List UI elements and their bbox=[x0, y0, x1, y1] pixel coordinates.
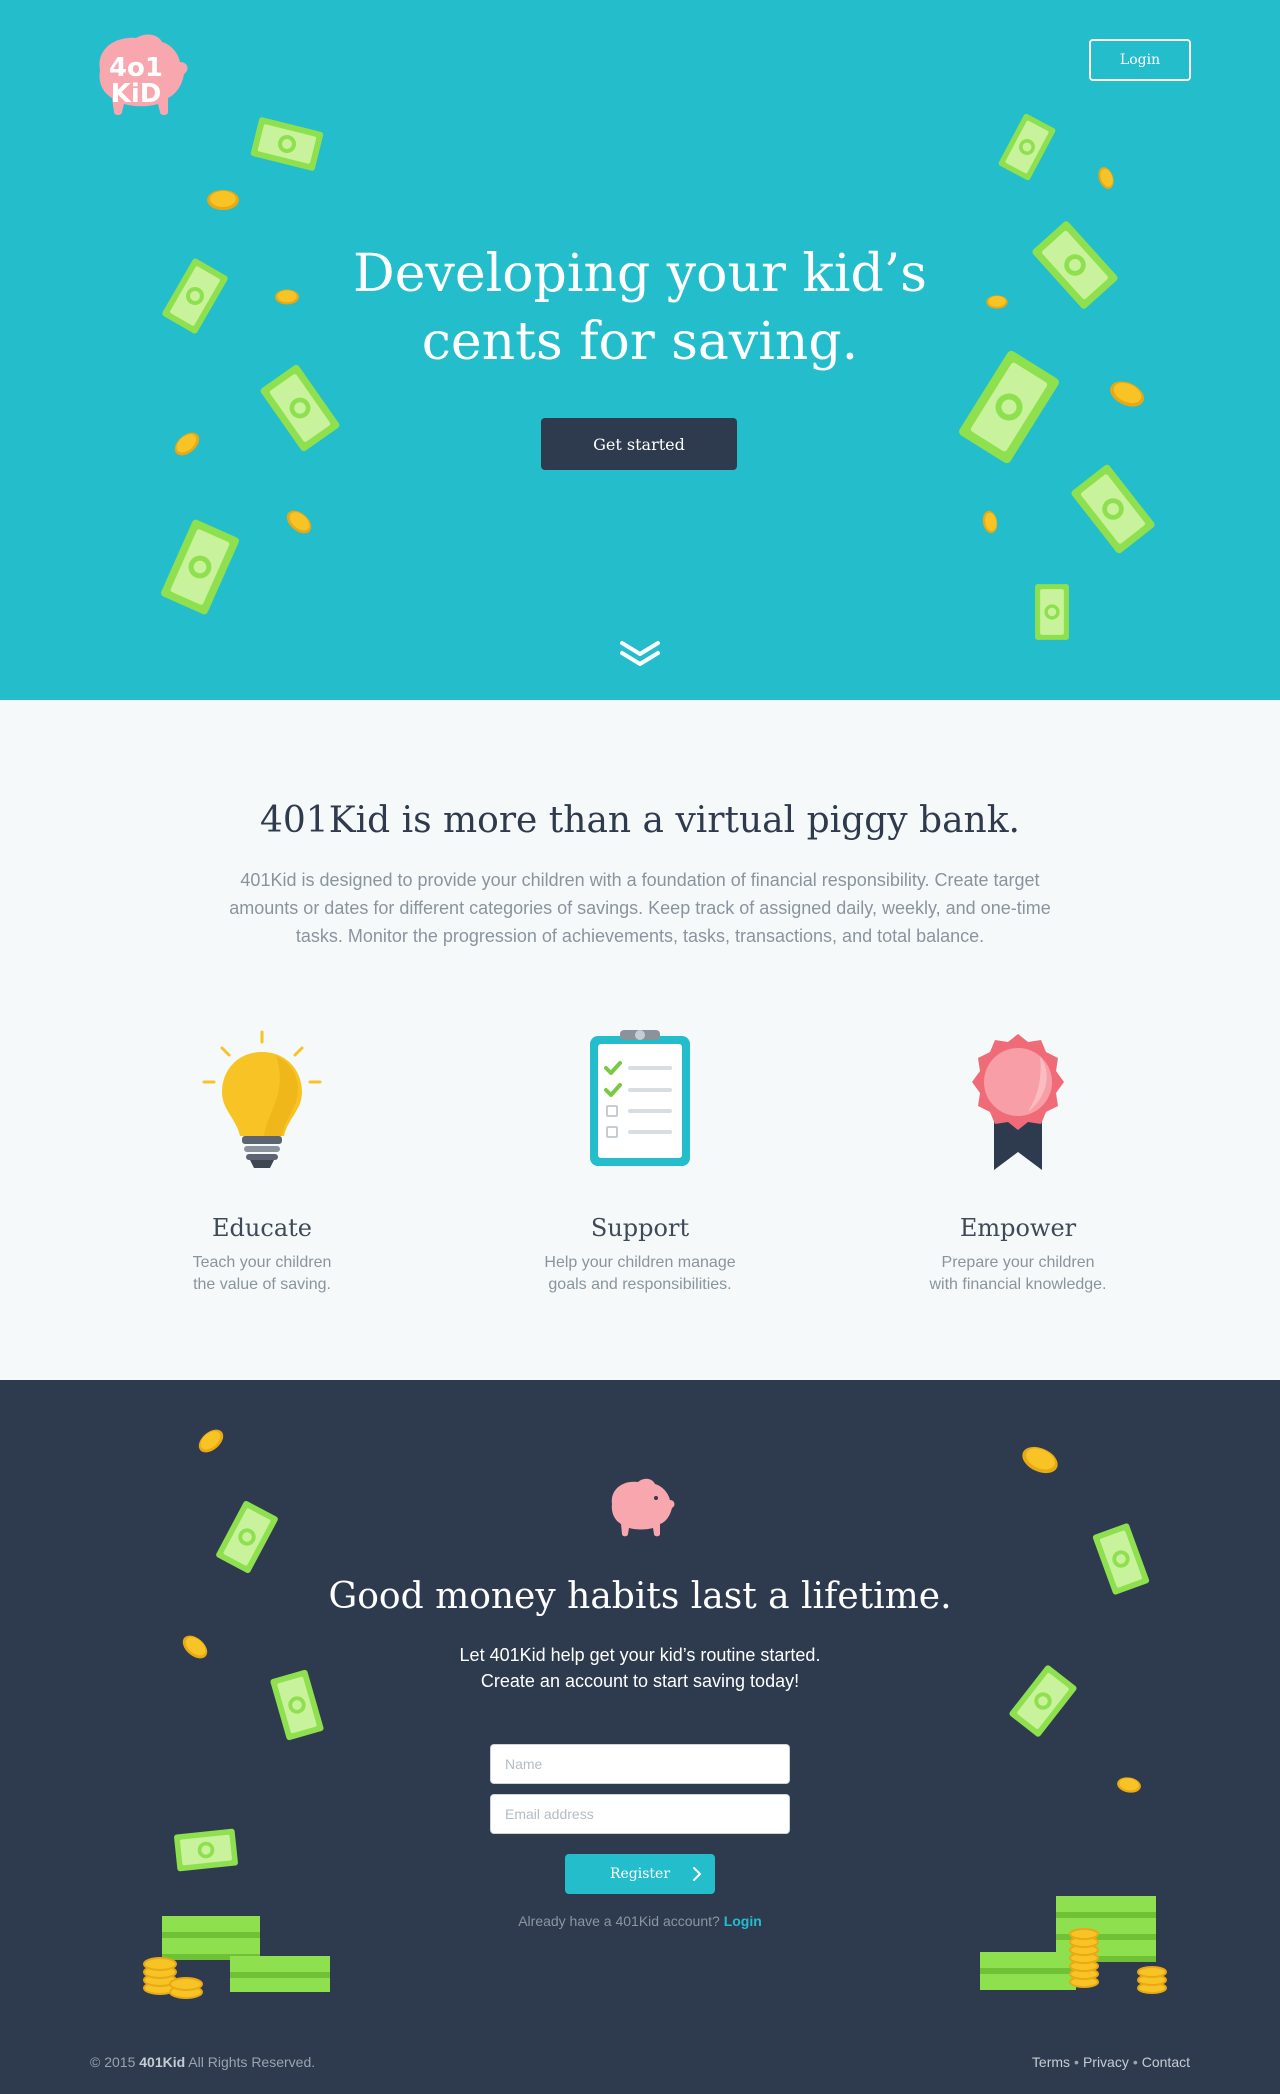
already-have-account: Already have a 401Kid account? Login bbox=[340, 1913, 940, 1929]
footer-links: Terms • Privacy • Contact bbox=[1032, 2054, 1190, 2070]
money-stack-icon bbox=[143, 1916, 330, 1999]
signup-section: Good money habits last a lifetime. Let 4… bbox=[0, 1380, 1280, 2094]
hero-title: Developing your kid’s cents for saving. bbox=[240, 240, 1040, 376]
feature-text: Prepare your children with financial kno… bbox=[858, 1252, 1178, 1296]
footer-separator: • bbox=[1074, 2054, 1079, 2070]
footer-link-privacy[interactable]: Privacy bbox=[1083, 2054, 1129, 2070]
coin-icon bbox=[174, 432, 200, 456]
feature-text-line1: Prepare your children bbox=[941, 1254, 1095, 1271]
chevron-right-icon bbox=[693, 1867, 701, 1881]
piggy-logo[interactable]: 4o1 KiD bbox=[88, 30, 190, 120]
award-ribbon-icon bbox=[972, 1034, 1064, 1170]
lightbulb-icon bbox=[202, 1030, 322, 1168]
hero-title-line1: Developing your kid’s bbox=[353, 244, 927, 304]
signup-title: Good money habits last a lifetime. bbox=[328, 1576, 952, 1617]
feature-educate: Educate Teach your children the value of… bbox=[102, 1030, 422, 1296]
features-description: 401Kid is designed to provide your child… bbox=[229, 870, 1051, 946]
copyright-brand: 401Kid bbox=[139, 2054, 186, 2070]
footer-link-contact[interactable]: Contact bbox=[1142, 2054, 1190, 2070]
signup-subtitle: Let 401Kid help get your kid’s routine s… bbox=[340, 1642, 940, 1694]
get-started-button[interactable]: Get started bbox=[541, 418, 737, 470]
dollar-bill-icon bbox=[216, 1500, 278, 1574]
dollar-bill-icon bbox=[1009, 1665, 1077, 1737]
coin-icon bbox=[1117, 1777, 1141, 1793]
signup-subtitle-line2: Create an account to start saving today! bbox=[480, 1671, 800, 1691]
feature-text-line2: goals and responsibilities. bbox=[548, 1276, 732, 1293]
features-title: 401Kid is more than a virtual piggy bank… bbox=[260, 800, 1020, 841]
piggy-bank-icon bbox=[611, 1478, 675, 1537]
feature-text-line2: the value of saving. bbox=[193, 1276, 331, 1293]
dollar-bill-icon bbox=[174, 1828, 238, 1872]
signup-subtitle-line1: Let 401Kid help get your kid’s routine s… bbox=[459, 1645, 821, 1665]
coin-icon bbox=[275, 289, 299, 305]
coin-icon bbox=[182, 1635, 208, 1659]
coin-icon bbox=[986, 295, 1008, 309]
feature-text: Teach your children the value of saving. bbox=[102, 1252, 422, 1296]
dollar-bill-icon bbox=[250, 117, 324, 171]
money-stack-icon bbox=[980, 1896, 1167, 1994]
hero-section: 4o1 KiD Login Developing your kid’s cent… bbox=[0, 0, 1280, 700]
features-section: 401Kid is more than a virtual piggy bank… bbox=[0, 700, 1280, 1380]
coin-icon bbox=[1110, 381, 1144, 407]
dollar-bill-icon bbox=[270, 1669, 324, 1741]
header-login-button[interactable]: Login bbox=[1089, 39, 1191, 81]
feature-title: Educate bbox=[212, 1214, 312, 1242]
dollar-bill-icon bbox=[1071, 464, 1155, 554]
dollar-bill-icon bbox=[998, 113, 1056, 181]
email-field[interactable] bbox=[490, 1794, 790, 1834]
copyright-prefix: © 2015 bbox=[90, 2054, 136, 2070]
name-field[interactable] bbox=[490, 1744, 790, 1784]
feature-text-line1: Help your children manage bbox=[544, 1254, 736, 1271]
already-text: Already have a 401Kid account? bbox=[518, 1913, 720, 1929]
footer-link-terms[interactable]: Terms bbox=[1032, 2054, 1070, 2070]
logo-text-bottom: KiD bbox=[111, 79, 162, 109]
feature-title: Empower bbox=[959, 1214, 1077, 1242]
dollar-bill-icon bbox=[1092, 1523, 1150, 1595]
scroll-down-chevron-icon[interactable] bbox=[620, 640, 660, 668]
feature-support: Support Help your children manage goals … bbox=[480, 1030, 800, 1296]
clipboard-checklist-icon bbox=[590, 1030, 690, 1166]
coin-icon bbox=[286, 510, 312, 534]
coin-icon bbox=[982, 510, 998, 534]
coin-icon bbox=[198, 1429, 224, 1453]
dollar-bill-icon bbox=[1035, 584, 1069, 640]
feature-empower: Empower Prepare your children with finan… bbox=[858, 1030, 1178, 1296]
signup-login-link[interactable]: Login bbox=[724, 1913, 762, 1929]
hero-title-line2: cents for saving. bbox=[421, 312, 859, 372]
footer-separator: • bbox=[1132, 2054, 1138, 2070]
feature-text-line2: with financial knowledge. bbox=[929, 1276, 1107, 1293]
dollar-bill-icon bbox=[162, 258, 228, 334]
register-button[interactable]: Register bbox=[565, 1854, 715, 1894]
coin-icon bbox=[1098, 167, 1114, 189]
register-label: Register bbox=[609, 1866, 671, 1882]
footer-copyright: © 2015 401Kid All Rights Reserved. bbox=[90, 2054, 315, 2070]
feature-text-line1: Teach your children bbox=[192, 1254, 332, 1271]
feature-text: Help your children manage goals and resp… bbox=[480, 1252, 800, 1296]
coin-icon bbox=[1022, 1446, 1058, 1474]
copyright-suffix: All Rights Reserved. bbox=[188, 2054, 316, 2070]
coin-icon bbox=[207, 190, 239, 210]
dollar-bill-icon bbox=[160, 519, 240, 615]
feature-title: Support bbox=[590, 1214, 690, 1242]
